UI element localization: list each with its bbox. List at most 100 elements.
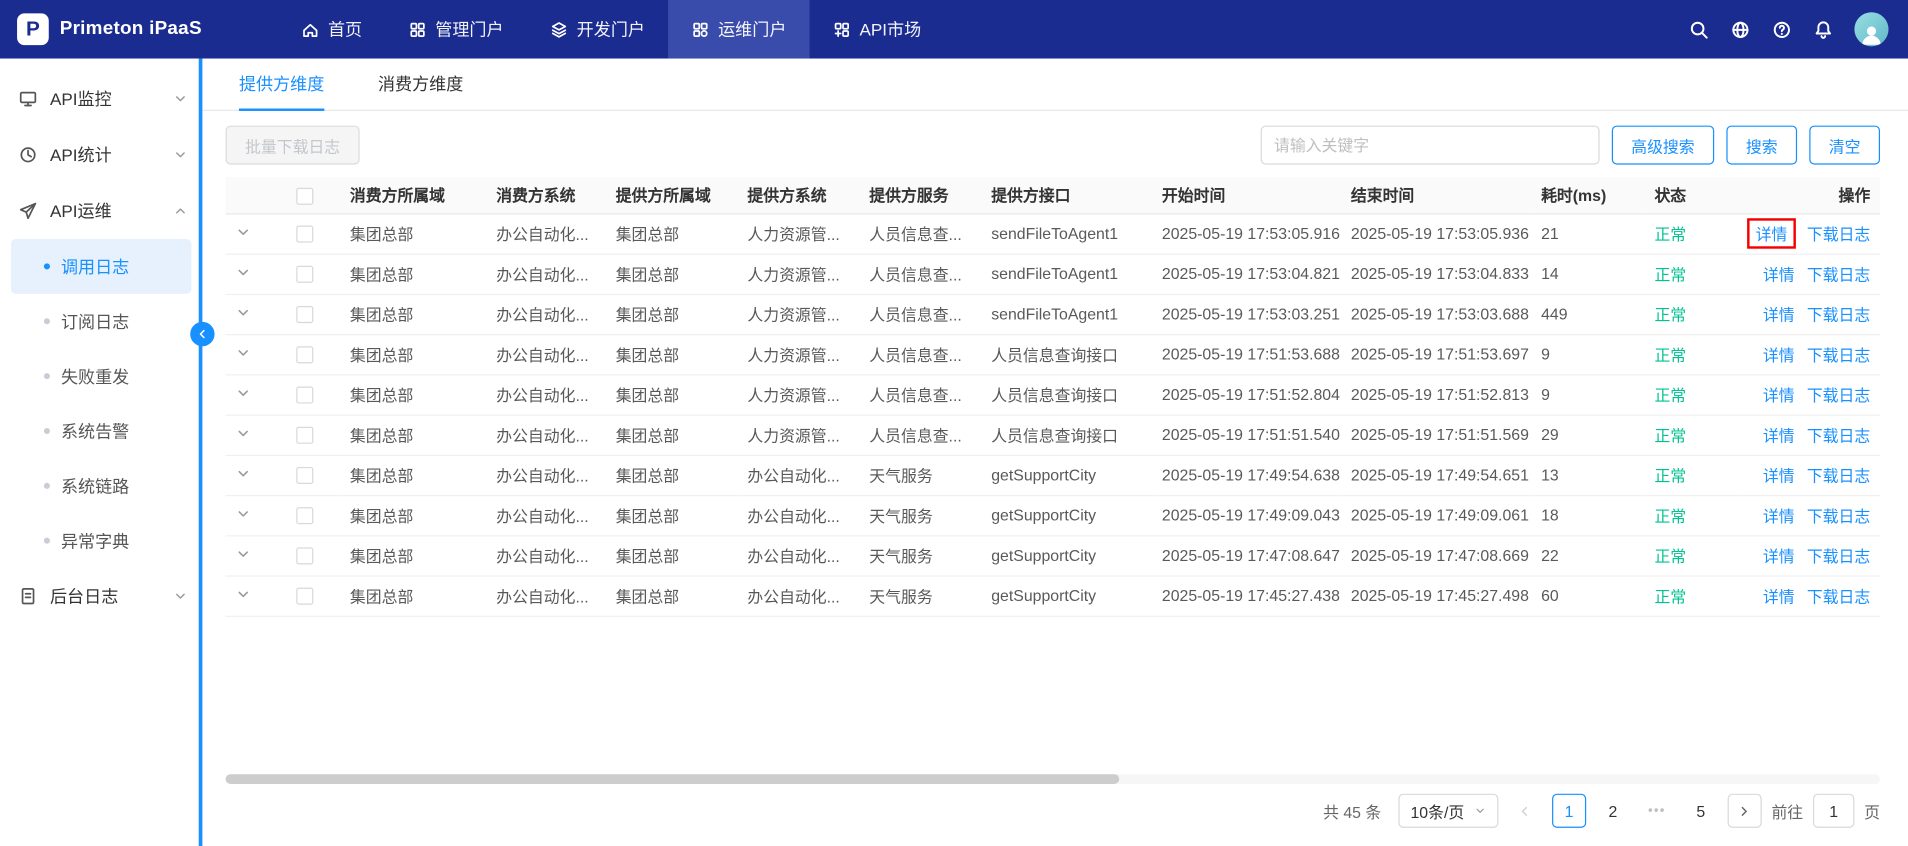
goto-page-input[interactable]	[1813, 794, 1854, 828]
row-expand-chevron-icon[interactable]	[235, 344, 252, 361]
search-button[interactable]: 搜索	[1726, 126, 1797, 165]
row-checkbox[interactable]	[296, 548, 313, 565]
keyword-search-input[interactable]	[1261, 126, 1600, 165]
grid-icon	[408, 20, 426, 38]
nav-item-admin-portal[interactable]: 管理门户	[385, 0, 526, 59]
detail-link-highlighted[interactable]: 详情	[1747, 218, 1796, 248]
nav-item-home[interactable]: 首页	[278, 0, 385, 59]
help-icon[interactable]	[1771, 19, 1792, 40]
sidebar-item-api-stats[interactable]: API统计	[0, 127, 202, 183]
row-checkbox[interactable]	[296, 226, 313, 243]
detail-link[interactable]: 详情	[1763, 588, 1795, 606]
sidebar-item-api-monitor[interactable]: API监控	[0, 71, 202, 127]
clear-button[interactable]: 清空	[1809, 126, 1880, 165]
row-checkbox[interactable]	[296, 508, 313, 525]
sidebar-subitem[interactable]: 系统告警	[11, 404, 191, 459]
cell-status: 正常	[1645, 254, 1739, 294]
cell-actions: 详情下载日志	[1739, 415, 1880, 455]
column-header: 提供方系统	[738, 177, 860, 214]
row-checkbox[interactable]	[296, 306, 313, 323]
horizontal-scrollbar[interactable]	[226, 774, 1880, 784]
page-size-select[interactable]: 10条/页	[1398, 794, 1498, 828]
next-page-button[interactable]	[1728, 794, 1762, 828]
detail-link[interactable]: 详情	[1763, 547, 1795, 565]
nav-item-dev-portal[interactable]: 开发门户	[527, 0, 668, 59]
row-checkbox[interactable]	[296, 387, 313, 404]
row-expand-chevron-icon[interactable]	[235, 546, 252, 563]
row-expand-chevron-icon[interactable]	[235, 385, 252, 402]
sidebar-subitem[interactable]: 异常字典	[11, 513, 191, 568]
sidebar-item-api-ops[interactable]: API运维	[0, 183, 202, 239]
advanced-search-button[interactable]: 高级搜索	[1612, 126, 1714, 165]
bell-icon[interactable]	[1813, 19, 1834, 40]
row-checkbox[interactable]	[296, 588, 313, 605]
detail-link[interactable]: 详情	[1763, 386, 1795, 404]
download-log-link[interactable]: 下载日志	[1807, 306, 1870, 324]
cell-end-time: 2025-05-19 17:49:54.651	[1341, 455, 1531, 495]
row-expand-chevron-icon[interactable]	[235, 224, 252, 241]
detail-link[interactable]: 详情	[1763, 507, 1795, 525]
detail-link[interactable]: 详情	[1763, 346, 1795, 364]
nav-item-ops-portal[interactable]: 运维门户	[668, 0, 809, 59]
sidebar-subitem[interactable]: 系统链路	[11, 458, 191, 513]
tab-provider-dimension[interactable]: 提供方维度	[239, 59, 324, 110]
row-expand-chevron-icon[interactable]	[235, 465, 252, 482]
row-expand-chevron-icon[interactable]	[235, 505, 252, 522]
download-log-link[interactable]: 下载日志	[1807, 386, 1870, 404]
page-size-value: 10条/页	[1410, 799, 1464, 822]
download-log-link[interactable]: 下载日志	[1807, 226, 1870, 244]
detail-link[interactable]: 详情	[1763, 467, 1795, 485]
cell-end-time: 2025-05-19 17:45:27.498	[1341, 575, 1531, 615]
expand-cell	[226, 254, 287, 294]
sidebar-collapse-button[interactable]	[190, 322, 214, 346]
download-log-link[interactable]: 下载日志	[1807, 346, 1870, 364]
download-log-link[interactable]: 下载日志	[1807, 266, 1870, 284]
download-log-link[interactable]: 下载日志	[1807, 507, 1870, 525]
page-button-5[interactable]: 5	[1684, 794, 1718, 828]
download-log-link[interactable]: 下载日志	[1807, 467, 1870, 485]
cell-consumer-system: 办公自动化...	[486, 374, 605, 414]
page-button-2[interactable]: 2	[1596, 794, 1630, 828]
sidebar-subitem[interactable]: 失败重发	[11, 349, 191, 404]
sidebar-submenu: 调用日志订阅日志失败重发系统告警系统链路异常字典	[0, 239, 202, 568]
page-button-1[interactable]: 1	[1552, 794, 1586, 828]
cell-provider-domain: 集团总部	[606, 455, 738, 495]
goto-suffix: 页	[1864, 799, 1880, 822]
sidebar-subitem[interactable]: 调用日志	[11, 239, 191, 294]
cell-provider-system: 人力资源管...	[738, 374, 860, 414]
tab-consumer-dimension[interactable]: 消费方维度	[378, 59, 463, 110]
batch-download-button[interactable]: 批量下载日志	[226, 126, 360, 165]
cell-status: 正常	[1645, 495, 1739, 535]
row-checkbox[interactable]	[296, 467, 313, 484]
download-log-link[interactable]: 下载日志	[1807, 588, 1870, 606]
detail-link[interactable]: 详情	[1763, 266, 1795, 284]
user-avatar[interactable]	[1854, 12, 1888, 46]
cell-status: 正常	[1645, 213, 1739, 253]
row-checkbox[interactable]	[296, 266, 313, 283]
download-log-link[interactable]: 下载日志	[1807, 547, 1870, 565]
search-icon[interactable]	[1689, 19, 1710, 40]
row-expand-chevron-icon[interactable]	[235, 425, 252, 442]
row-checkbox[interactable]	[296, 427, 313, 444]
cell-provider-service: 人员信息查...	[860, 374, 982, 414]
detail-link[interactable]: 详情	[1763, 427, 1795, 445]
globe-icon[interactable]	[1730, 19, 1751, 40]
more-pages-ellipsis[interactable]: •••	[1640, 794, 1674, 828]
download-log-link[interactable]: 下载日志	[1807, 427, 1870, 445]
row-expand-chevron-icon[interactable]	[235, 586, 252, 603]
row-checkbox[interactable]	[296, 347, 313, 364]
cell-duration: 9	[1531, 334, 1644, 374]
prev-page-button[interactable]	[1508, 794, 1542, 828]
subitem-label: 订阅日志	[61, 309, 129, 333]
select-all-checkbox[interactable]	[296, 187, 313, 204]
sidebar-item-backend-logs[interactable]: 后台日志	[0, 568, 202, 624]
detail-link[interactable]: 详情	[1763, 306, 1795, 324]
status-badge: 正常	[1654, 427, 1686, 445]
sidebar-label: API统计	[50, 143, 112, 167]
table-row: 集团总部 办公自动化... 集团总部 办公自动化... 天气服务 getSupp…	[226, 455, 1880, 495]
row-expand-chevron-icon[interactable]	[235, 304, 252, 321]
row-expand-chevron-icon[interactable]	[235, 264, 252, 281]
sidebar-subitem[interactable]: 订阅日志	[11, 294, 191, 349]
nav-item-api-market[interactable]: API市场	[810, 0, 945, 59]
scrollbar-thumb[interactable]	[226, 774, 1119, 784]
